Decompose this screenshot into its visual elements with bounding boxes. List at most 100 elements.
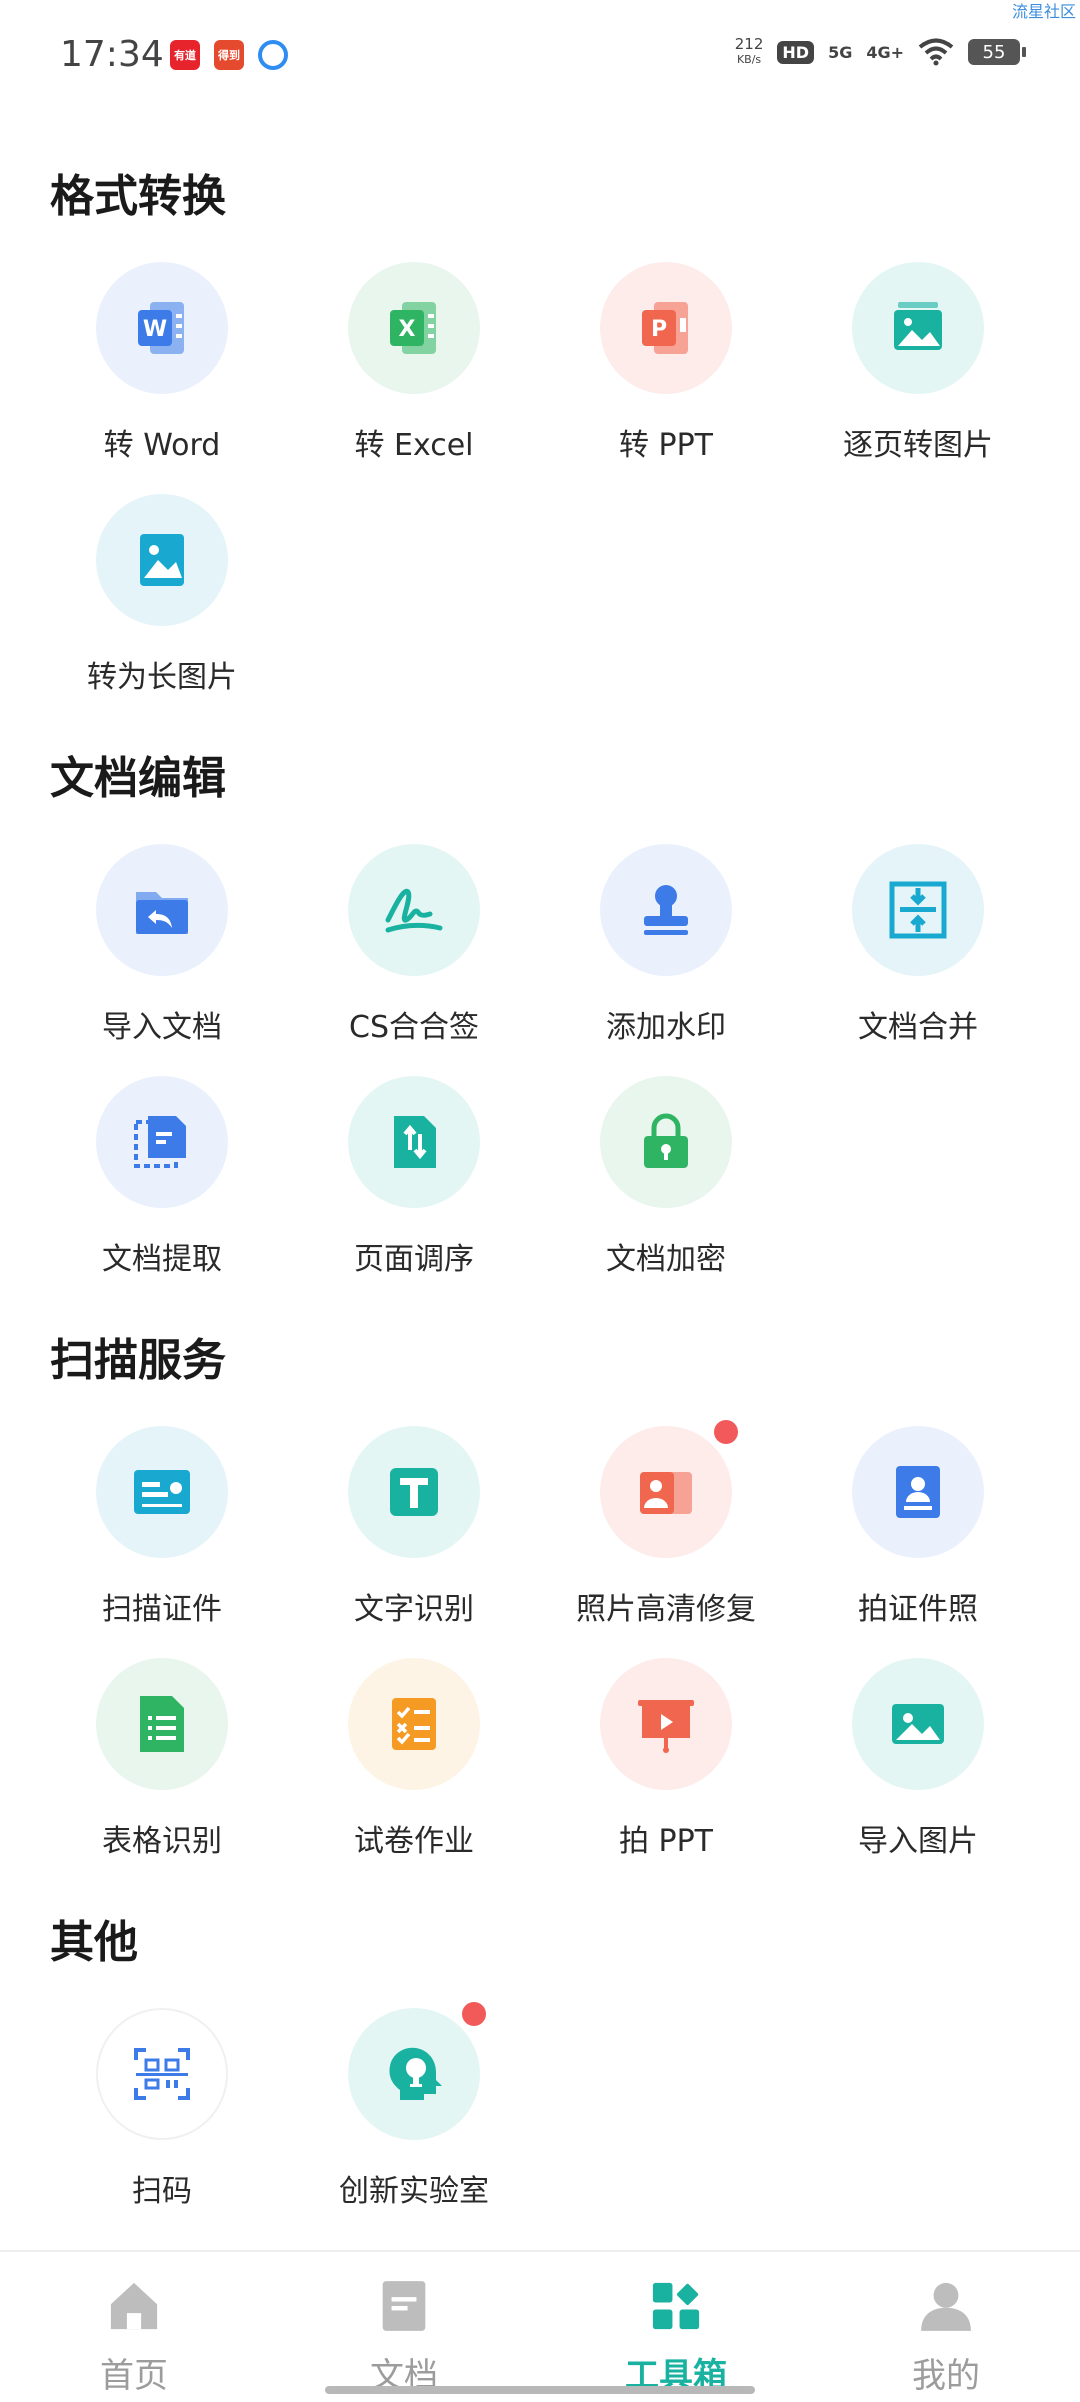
tool-icon-circle bbox=[96, 1426, 228, 1558]
page-image-icon bbox=[882, 292, 954, 364]
text-t-icon bbox=[378, 1456, 450, 1528]
tool-extract-button[interactable]: 文档提取 bbox=[36, 1076, 288, 1278]
tool-reorder-button[interactable]: 页面调序 bbox=[288, 1076, 540, 1278]
presentation-icon bbox=[630, 1688, 702, 1760]
section-title: 格式转换 bbox=[50, 171, 226, 222]
tool-long-image-button[interactable]: 转为长图片 bbox=[36, 494, 288, 696]
tool-label: 照片高清修复 bbox=[576, 1592, 756, 1627]
tool-icon-circle: P bbox=[600, 262, 732, 394]
tab-profile[interactable]: 我的 bbox=[846, 2274, 1046, 2397]
tool-text-t-button[interactable]: 文字识别 bbox=[288, 1426, 540, 1628]
tool-folder-import-button[interactable]: 导入文档 bbox=[36, 844, 288, 1046]
long-image-icon bbox=[126, 524, 198, 596]
tool-ppt-button[interactable]: P 转 PPT bbox=[540, 262, 792, 464]
tool-signature-button[interactable]: CS合合签 bbox=[288, 844, 540, 1046]
tool-icon-circle bbox=[96, 1076, 228, 1208]
tool-photo-restore-button[interactable]: 照片高清修复 bbox=[540, 1420, 792, 1628]
image-import-icon bbox=[882, 1688, 954, 1760]
tool-icon-circle bbox=[600, 1076, 732, 1208]
tool-label: CS合合签 bbox=[349, 1010, 479, 1045]
tool-label: 导入图片 bbox=[858, 1824, 978, 1859]
tool-label: 转 Word bbox=[103, 428, 221, 463]
tool-label: 文档合并 bbox=[858, 1010, 978, 1045]
bottom-tab-bar: 首页 文档 工具箱我的 bbox=[0, 2250, 1080, 2402]
new-badge-dot bbox=[462, 2002, 486, 2026]
tool-label: 扫描证件 bbox=[102, 1592, 222, 1627]
wifi-icon bbox=[918, 38, 954, 66]
tool-lock-button[interactable]: 文档加密 bbox=[540, 1076, 792, 1278]
document-icon bbox=[304, 2274, 504, 2342]
exam-paper-icon bbox=[378, 1688, 450, 1760]
hd-icon: HD bbox=[777, 40, 815, 64]
table-sheet-icon bbox=[126, 1688, 198, 1760]
tool-icon-circle bbox=[96, 844, 228, 976]
lock-icon bbox=[630, 1106, 702, 1178]
toolbox-icon bbox=[576, 2274, 776, 2342]
photo-restore-icon bbox=[630, 1456, 702, 1528]
tool-label: 页面调序 bbox=[354, 1242, 474, 1277]
tool-label: 文档加密 bbox=[606, 1242, 726, 1277]
tool-label: 拍证件照 bbox=[858, 1592, 978, 1627]
tool-icon-circle bbox=[348, 1426, 480, 1558]
battery-level: 55 bbox=[982, 41, 1006, 63]
tab-label: 我的 bbox=[912, 2356, 980, 2396]
home-icon bbox=[34, 2274, 234, 2342]
tool-label: 文字识别 bbox=[354, 1592, 474, 1627]
tool-icon-circle bbox=[852, 1426, 984, 1558]
tool-icon-circle bbox=[600, 844, 732, 976]
tool-page-image-button[interactable]: 逐页转图片 bbox=[792, 262, 1044, 464]
tool-label: 文档提取 bbox=[102, 1242, 222, 1277]
tab-toolbox[interactable]: 工具箱 bbox=[576, 2274, 776, 2397]
tool-icon-circle bbox=[348, 2002, 486, 2140]
tool-icon-circle bbox=[348, 1076, 480, 1208]
tool-stamp-button[interactable]: 添加水印 bbox=[540, 844, 792, 1046]
tool-id-card-button[interactable]: 扫描证件 bbox=[36, 1426, 288, 1628]
tool-icon-circle bbox=[348, 1658, 480, 1790]
tool-icon-circle bbox=[96, 494, 228, 626]
tool-image-import-button[interactable]: 导入图片 bbox=[792, 1658, 1044, 1860]
tool-label: 创新实验室 bbox=[339, 2174, 489, 2209]
tool-icon-circle bbox=[852, 262, 984, 394]
tool-qr-scan-button[interactable]: 扫码 bbox=[36, 2008, 288, 2210]
svg-text:X: X bbox=[399, 317, 416, 342]
network-speed: 212 KB/s bbox=[735, 36, 764, 68]
lab-bulb-icon bbox=[378, 2038, 450, 2110]
svg-text:P: P bbox=[651, 317, 667, 342]
app-2-notification-icon: 得到 bbox=[214, 40, 244, 70]
signal-4g-icon: 4G+ bbox=[866, 42, 904, 62]
tool-label: 添加水印 bbox=[606, 1010, 726, 1045]
folder-import-icon bbox=[126, 874, 198, 946]
tool-icon-circle: X bbox=[348, 262, 480, 394]
tool-excel-button[interactable]: X 转 Excel bbox=[288, 262, 540, 464]
tool-merge-button[interactable]: 文档合并 bbox=[792, 844, 1044, 1046]
tool-exam-paper-button[interactable]: 试卷作业 bbox=[288, 1658, 540, 1860]
tool-label: 转 PPT bbox=[618, 428, 714, 463]
battery-icon: 55 bbox=[968, 39, 1026, 65]
merge-icon bbox=[882, 874, 954, 946]
tool-label: 导入文档 bbox=[102, 1010, 222, 1045]
status-bar: 17:34 有道 得到 212 KB/s HD 5G 4G+ 55 流星社区 bbox=[0, 0, 1080, 110]
tool-icon-circle bbox=[348, 844, 480, 976]
tool-id-photo-button[interactable]: 拍证件照 bbox=[792, 1426, 1044, 1628]
tool-label: 表格识别 bbox=[102, 1824, 222, 1859]
tool-presentation-button[interactable]: 拍 PPT bbox=[540, 1658, 792, 1860]
tool-table-sheet-button[interactable]: 表格识别 bbox=[36, 1658, 288, 1860]
tool-word-button[interactable]: W 转 Word bbox=[36, 262, 288, 464]
app-3-notification-icon bbox=[258, 40, 288, 70]
section-title: 文档编辑 bbox=[50, 753, 226, 804]
tool-lab-bulb-button[interactable]: 创新实验室 bbox=[288, 2002, 540, 2210]
svg-text:W: W bbox=[143, 317, 167, 342]
tool-icon-circle: W bbox=[96, 262, 228, 394]
tab-document[interactable]: 文档 bbox=[304, 2274, 504, 2397]
tool-icon-circle bbox=[852, 844, 984, 976]
tool-label: 逐页转图片 bbox=[843, 428, 993, 463]
tab-home[interactable]: 首页 bbox=[34, 2274, 234, 2397]
signal-5g-icon: 5G bbox=[828, 42, 853, 62]
tool-label: 试卷作业 bbox=[354, 1824, 474, 1859]
id-card-icon bbox=[126, 1456, 198, 1528]
tool-label: 扫码 bbox=[132, 2174, 192, 2209]
tool-label: 转为长图片 bbox=[87, 660, 237, 695]
home-indicator[interactable] bbox=[325, 2386, 755, 2394]
section-title: 其他 bbox=[50, 1917, 138, 1968]
word-icon: W bbox=[126, 292, 198, 364]
